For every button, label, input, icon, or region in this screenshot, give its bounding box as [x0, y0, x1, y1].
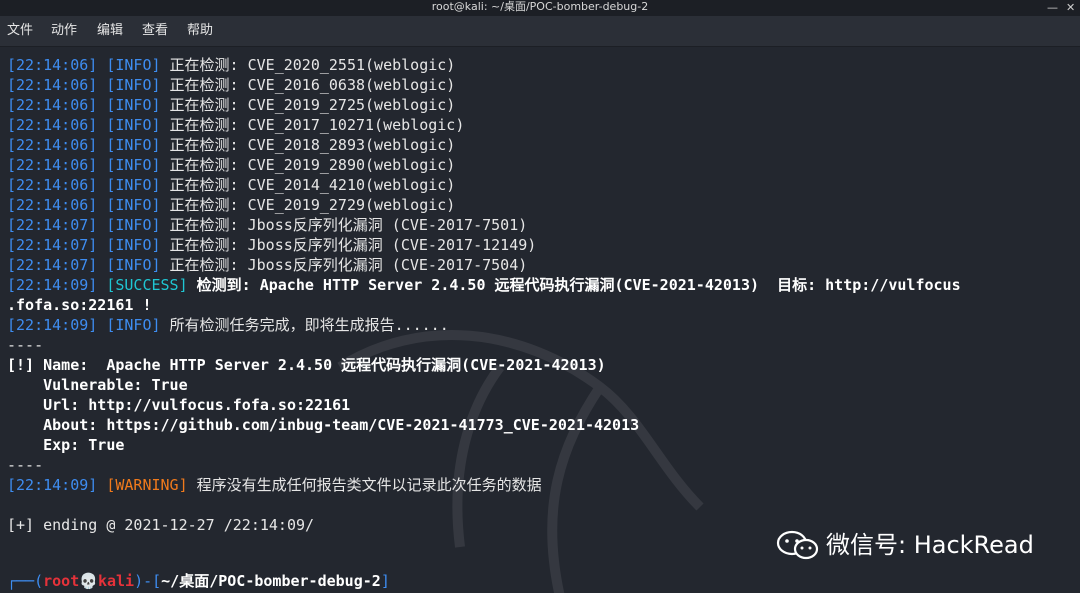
skull-icon: 💀 — [79, 572, 98, 590]
separator: ---- — [7, 456, 44, 474]
result-about: About: https://github.com/inbug-team/CVE… — [7, 416, 640, 434]
ending-line: [+] ending @ 2021-12-27 /22:14:09/ — [7, 516, 315, 534]
log-line: [22:14:06] [INFO] 正在检测: CVE_2019_2890(we… — [7, 156, 456, 174]
done-line: [22:14:09] [INFO] 所有检测任务完成，即将生成报告...... — [7, 316, 449, 334]
result-vulnerable: Vulnerable: True — [7, 376, 188, 394]
log-line: [22:14:06] [INFO] 正在检测: CVE_2016_0638(we… — [7, 76, 456, 94]
terminal-window: root@kali: ~/桌面/POC-bomber-debug-2 — ✕ 文… — [0, 0, 1080, 593]
menu-bar: 文件 动作 编辑 查看 帮助 — [0, 16, 1080, 47]
separator: ---- — [7, 336, 44, 354]
title-bar: root@kali: ~/桌面/POC-bomber-debug-2 — ✕ — [0, 0, 1080, 16]
success-line-continued: .fofa.so:22161 ! — [7, 296, 152, 314]
warning-line: [22:14:09] [WARNING] 程序没有生成任何报告类文件以记录此次任… — [7, 476, 542, 494]
close-icon[interactable]: ✕ — [1066, 1, 1075, 15]
log-line: [22:14:06] [INFO] 正在检测: CVE_2014_4210(we… — [7, 176, 456, 194]
menu-help[interactable]: 帮助 — [187, 22, 213, 40]
minimize-icon[interactable]: — — [1047, 1, 1058, 15]
log-line: [22:14:07] [INFO] 正在检测: Jboss反序列化漏洞 (CVE… — [7, 256, 528, 274]
success-line: [22:14:09] [SUCCESS] 检测到: Apache HTTP Se… — [7, 276, 961, 294]
log-line: [22:14:07] [INFO] 正在检测: Jboss反序列化漏洞 (CVE… — [7, 236, 537, 254]
log-line: [22:14:06] [INFO] 正在检测: CVE_2019_2725(we… — [7, 96, 456, 114]
log-line: [22:14:06] [INFO] 正在检测: CVE_2020_2551(we… — [7, 56, 456, 74]
result-url: Url: http://vulfocus.fofa.so:22161 — [7, 396, 351, 414]
wechat-icon — [776, 530, 819, 560]
menu-view[interactable]: 查看 — [142, 22, 168, 40]
shell-prompt: ┌──(root💀kali)-[~/桌面/POC-bomber-debug-2] — [7, 572, 390, 590]
window-title: root@kali: ~/桌面/POC-bomber-debug-2 — [431, 0, 649, 13]
watermark-text: 微信号: HackRead — [826, 531, 1034, 559]
menu-action[interactable]: 动作 — [51, 22, 77, 40]
terminal-output[interactable]: [22:14:06] [INFO] 正在检测: CVE_2020_2551(we… — [0, 47, 1080, 593]
log-line: [22:14:06] [INFO] 正在检测: CVE_2017_10271(w… — [7, 116, 465, 134]
log-line: [22:14:07] [INFO] 正在检测: Jboss反序列化漏洞 (CVE… — [7, 216, 528, 234]
log-line: [22:14:06] [INFO] 正在检测: CVE_2018_2893(we… — [7, 136, 456, 154]
menu-file[interactable]: 文件 — [7, 22, 33, 40]
log-line: [22:14:06] [INFO] 正在检测: CVE_2019_2729(we… — [7, 196, 456, 214]
menu-edit[interactable]: 编辑 — [97, 22, 123, 40]
result-exp: Exp: True — [7, 436, 125, 454]
result-name: [!] Name: Apache HTTP Server 2.4.50 远程代码… — [7, 356, 606, 374]
kali-dragon-watermark — [337, 330, 704, 593]
